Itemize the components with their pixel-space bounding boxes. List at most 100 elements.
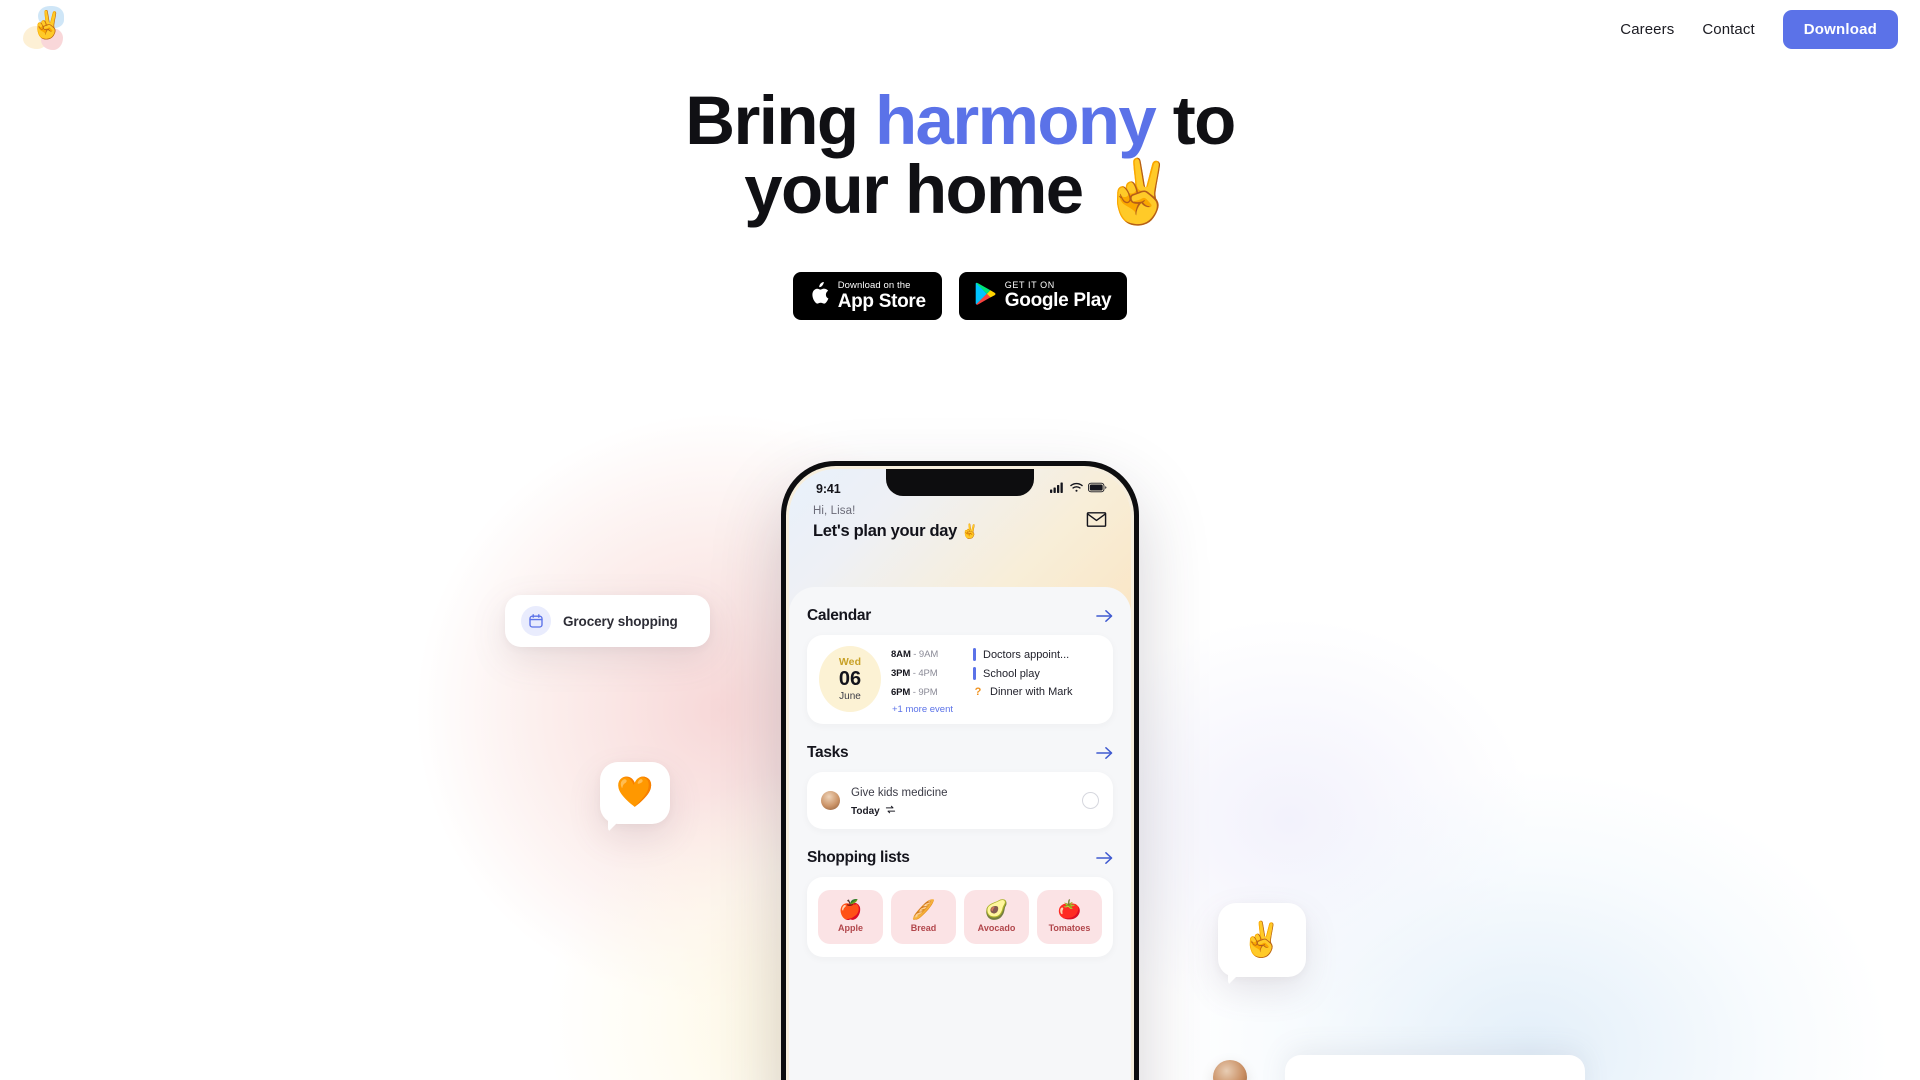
store-badges: Download on the App Store GET IT ON Goog… [0, 272, 1920, 320]
peace-hand-icon: ✌️ [961, 524, 979, 540]
peace-hand-icon: ✌️ [30, 10, 64, 41]
nav-link-contact[interactable]: Contact [1702, 21, 1754, 38]
bottom-partial-card [1285, 1055, 1585, 1080]
page-title: Bring harmony to your home ✌️ [0, 86, 1920, 224]
task-item[interactable]: Give kids medicine Today [807, 772, 1113, 829]
question-mark-icon: ? [974, 686, 982, 698]
download-button[interactable]: Download [1782, 9, 1898, 49]
event-color-bar [973, 648, 976, 661]
wifi-icon [1070, 480, 1083, 498]
headline-line2: your home [744, 151, 1101, 228]
headline-accent: harmony [875, 82, 1157, 159]
shopping-item[interactable]: 🥖 Bread [891, 890, 956, 944]
phone-screen: 9:41 Hi, Lisa! Let's plan your day ✌️ Ca… [789, 469, 1131, 1080]
hero-section: Bring harmony to your home ✌️ Download o… [0, 86, 1920, 320]
event-time: 8AM - 9AM [891, 649, 973, 660]
apple-icon: 🍎 [838, 899, 863, 921]
content-sheet: Calendar Wed 06 June 8AM - 9AM Doctors a… [789, 587, 1131, 1080]
peace-hand-icon: ✌️ [1240, 920, 1284, 960]
tasks-title: Tasks [807, 744, 849, 761]
arrow-right-icon[interactable] [1096, 851, 1113, 865]
avatar [821, 791, 840, 810]
calendar-icon [521, 606, 551, 636]
shopping-card: 🍎 Apple 🥖 Bread 🥑 Avocado 🍅 Tomatoes [807, 877, 1113, 957]
day-of-week: Wed [838, 656, 862, 668]
task-subtitle: Today [851, 804, 948, 818]
tasks-section-header: Tasks [807, 744, 1113, 762]
shopping-item[interactable]: 🥑 Avocado [964, 890, 1029, 944]
shopping-section-header: Shopping lists [807, 849, 1113, 867]
app-store-big: App Store [837, 290, 926, 312]
bread-icon: 🥖 [911, 899, 936, 921]
main-navigation: Careers Contact Download [1620, 9, 1898, 49]
event-start: 3PM [891, 668, 911, 679]
cellular-signal-icon [1050, 480, 1065, 498]
arrow-right-icon[interactable] [1096, 746, 1113, 760]
greeting-main-text: Let's plan your day [813, 522, 962, 540]
avocado-icon: 🥑 [984, 899, 1009, 921]
orange-heart-icon: 🧡 [616, 775, 654, 810]
app-store-text: Download on the App Store [837, 279, 926, 312]
event-list: 8AM - 9AM Doctors appoint... 3PM - 4PM S… [891, 646, 1101, 715]
event-time: 6PM - 9PM [891, 687, 973, 698]
peace-bubble: ✌️ [1218, 903, 1306, 977]
greeting-block: Hi, Lisa! Let's plan your day ✌️ [789, 505, 1131, 541]
google-play-small: GET IT ON [1004, 279, 1055, 290]
envelope-icon[interactable] [1086, 509, 1107, 535]
nav-link-careers[interactable]: Careers [1620, 21, 1674, 38]
apple-icon [809, 281, 829, 311]
shopping-item-label: Avocado [977, 923, 1016, 933]
blue-gradient-blob [1080, 700, 1920, 1080]
event-start: 6PM [891, 686, 911, 698]
task-due: Today [851, 805, 880, 817]
app-store-small: Download on the [837, 279, 911, 291]
event-color-bar [973, 667, 976, 680]
shopping-item[interactable]: 🍎 Apple [818, 890, 883, 944]
day-chip: Wed 06 June [819, 646, 881, 712]
site-header: ✌️ Careers Contact Download [0, 0, 1920, 58]
heart-bubble: 🧡 [600, 762, 670, 824]
event-row[interactable]: 8AM - 9AM Doctors appoint... [891, 648, 1101, 661]
day-number: 06 [838, 668, 862, 690]
event-end: - 4PM [910, 668, 938, 679]
calendar-title: Calendar [807, 607, 871, 624]
repeat-icon [885, 804, 896, 818]
task-title: Give kids medicine [851, 787, 948, 799]
grocery-card-label: Grocery shopping [563, 613, 678, 629]
event-time: 3PM - 4PM [891, 668, 973, 679]
more-events-link[interactable]: +1 more event [892, 704, 1101, 715]
event-name: Doctors appoint... [983, 648, 1070, 661]
event-end: - 9PM [910, 686, 938, 698]
shopping-item-label: Tomatoes [1048, 923, 1091, 933]
shopping-item-label: Bread [910, 923, 937, 933]
tomato-icon: 🍅 [1057, 899, 1082, 921]
landing-page: ✌️ Careers Contact Download Bring harmon… [0, 0, 1920, 1080]
app-store-badge[interactable]: Download on the App Store [792, 272, 942, 320]
phone-bezel: 9:41 Hi, Lisa! Let's plan your day ✌️ Ca… [786, 466, 1134, 1080]
google-play-text: GET IT ON Google Play [1004, 279, 1112, 312]
event-row[interactable]: 3PM - 4PM School play [891, 667, 1101, 680]
event-end: - 9AM [910, 649, 939, 660]
event-row[interactable]: 6PM - 9PM ? Dinner with Mark [891, 686, 1101, 698]
google-play-big: Google Play [1004, 290, 1112, 312]
calendar-card: Wed 06 June 8AM - 9AM Doctors appoint... [807, 635, 1113, 724]
status-time: 9:41 [816, 482, 841, 496]
headline-part2: to [1155, 82, 1237, 159]
greeting-main: Let's plan your day ✌️ [813, 522, 979, 541]
day-month: June [839, 691, 861, 702]
shopping-item[interactable]: 🍅 Tomatoes [1037, 890, 1102, 944]
battery-icon [1088, 480, 1107, 498]
task-checkbox[interactable] [1082, 792, 1099, 809]
google-play-badge[interactable]: GET IT ON Google Play [958, 272, 1128, 320]
arrow-right-icon[interactable] [1096, 609, 1113, 623]
grocery-shopping-card[interactable]: Grocery shopping [505, 595, 710, 647]
peace-hand-icon: ✌️ [1100, 155, 1177, 228]
headline-part1: Bring [685, 82, 875, 159]
shopping-item-label: Apple [837, 923, 863, 933]
greeting-text: Hi, Lisa! Let's plan your day ✌️ [813, 505, 979, 541]
calendar-section-header: Calendar [807, 607, 1113, 625]
brand-logo[interactable]: ✌️ [22, 6, 68, 52]
status-icons [1050, 480, 1107, 498]
